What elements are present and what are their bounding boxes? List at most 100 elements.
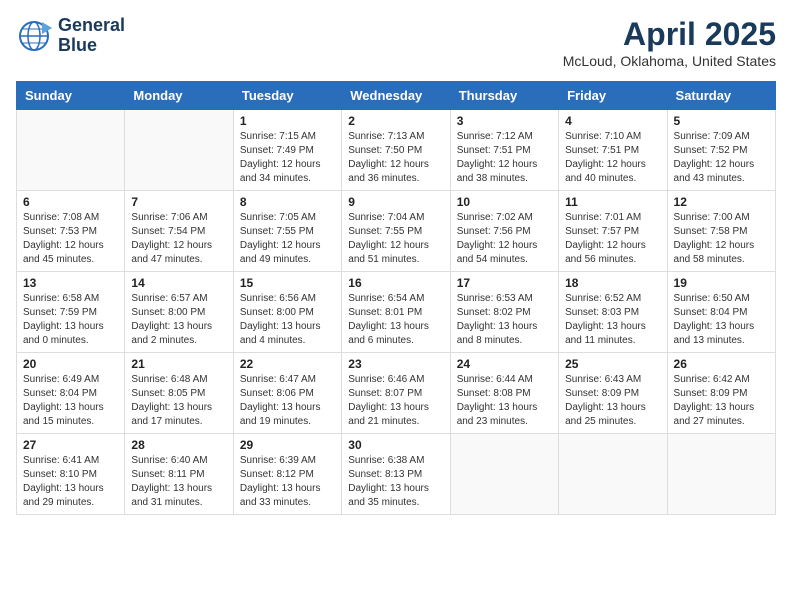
day-number: 22 xyxy=(240,357,335,371)
day-info: Sunrise: 6:38 AMSunset: 8:13 PMDaylight:… xyxy=(348,454,443,510)
day-number: 23 xyxy=(348,357,443,371)
day-number: 18 xyxy=(565,276,660,290)
day-number: 11 xyxy=(565,195,660,209)
day-number: 19 xyxy=(674,276,769,290)
table-row: 28 Sunrise: 6:40 AMSunset: 8:11 PMDayligh… xyxy=(125,434,233,515)
table-row: 20Sunrise: 6:49 AMSunset: 8:04 PMDayligh… xyxy=(17,353,125,434)
day-info: Sunrise: 6:57 AMSunset: 8:00 PMDaylight:… xyxy=(131,292,226,348)
weekday-header-wednesday: Wednesday xyxy=(342,82,450,110)
table-row: 18 Sunrise: 6:52 AMSunset: 8:03 PMDayligh… xyxy=(559,272,667,353)
day-info: Sunrise: 6:46 AMSunset: 8:07 PMDaylight:… xyxy=(348,373,443,429)
day-number: 16 xyxy=(348,276,443,290)
title-area: April 2025 McLoud, Oklahoma, United Stat… xyxy=(563,16,776,69)
day-number: 30 xyxy=(348,438,443,452)
day-number: 15 xyxy=(240,276,335,290)
day-info: Sunrise: 7:10 AMSunset: 7:51 PMDaylight:… xyxy=(565,130,660,186)
table-row: 22Sunrise: 6:47 AMSunset: 8:06 PMDayligh… xyxy=(233,353,341,434)
table-row: 11 Sunrise: 7:01 AMSunset: 7:57 PMDayligh… xyxy=(559,191,667,272)
calendar-week-row: 1Sunrise: 7:15 AMSunset: 7:49 PMDaylight… xyxy=(17,110,776,191)
day-info: Sunrise: 7:04 AMSunset: 7:55 PMDaylight:… xyxy=(348,211,443,267)
weekday-header-sunday: Sunday xyxy=(17,82,125,110)
calendar-week-row: 27Sunrise: 6:41 AMSunset: 8:10 PMDayligh… xyxy=(17,434,776,515)
day-info: Sunrise: 7:00 AMSunset: 7:58 PMDaylight:… xyxy=(674,211,769,267)
calendar-week-row: 6 Sunrise: 7:08 AMSunset: 7:53 PMDaylight… xyxy=(17,191,776,272)
day-info: Sunrise: 6:53 AMSunset: 8:02 PMDaylight:… xyxy=(457,292,552,348)
day-number: 10 xyxy=(457,195,552,209)
day-info: Sunrise: 6:56 AMSunset: 8:00 PMDaylight:… xyxy=(240,292,335,348)
day-number: 21 xyxy=(131,357,226,371)
day-info: Sunrise: 6:49 AMSunset: 8:04 PMDaylight:… xyxy=(23,373,118,429)
table-row: 17 Sunrise: 6:53 AMSunset: 8:02 PMDayligh… xyxy=(450,272,558,353)
logo-text: General Blue xyxy=(58,16,125,56)
day-number: 7 xyxy=(131,195,226,209)
day-number: 12 xyxy=(674,195,769,209)
weekday-header-saturday: Saturday xyxy=(667,82,775,110)
table-row: 27Sunrise: 6:41 AMSunset: 8:10 PMDayligh… xyxy=(17,434,125,515)
day-info: Sunrise: 7:05 AMSunset: 7:55 PMDaylight:… xyxy=(240,211,335,267)
day-info: Sunrise: 6:52 AMSunset: 8:03 PMDaylight:… xyxy=(565,292,660,348)
day-info: Sunrise: 7:02 AMSunset: 7:56 PMDaylight:… xyxy=(457,211,552,267)
day-info: Sunrise: 7:09 AMSunset: 7:52 PMDaylight:… xyxy=(674,130,769,186)
table-row: 13 Sunrise: 6:58 AMSunset: 7:59 PMDayligh… xyxy=(17,272,125,353)
day-number: 4 xyxy=(565,114,660,128)
weekday-header-monday: Monday xyxy=(125,82,233,110)
day-number: 24 xyxy=(457,357,552,371)
day-number: 5 xyxy=(674,114,769,128)
table-row xyxy=(125,110,233,191)
table-row: 15 Sunrise: 6:56 AMSunset: 8:00 PMDayligh… xyxy=(233,272,341,353)
table-row xyxy=(559,434,667,515)
day-info: Sunrise: 7:12 AMSunset: 7:51 PMDaylight:… xyxy=(457,130,552,186)
day-info: Sunrise: 7:06 AMSunset: 7:54 PMDaylight:… xyxy=(131,211,226,267)
table-row: 2 Sunrise: 7:13 AMSunset: 7:50 PMDaylight… xyxy=(342,110,450,191)
table-row: 29 Sunrise: 6:39 AMSunset: 8:12 PMDayligh… xyxy=(233,434,341,515)
table-row: 25Sunrise: 6:43 AMSunset: 8:09 PMDayligh… xyxy=(559,353,667,434)
day-info: Sunrise: 7:08 AMSunset: 7:53 PMDaylight:… xyxy=(23,211,118,267)
table-row: 21Sunrise: 6:48 AMSunset: 8:05 PMDayligh… xyxy=(125,353,233,434)
day-info: Sunrise: 6:50 AMSunset: 8:04 PMDaylight:… xyxy=(674,292,769,348)
table-row: 19 Sunrise: 6:50 AMSunset: 8:04 PMDayligh… xyxy=(667,272,775,353)
day-number: 13 xyxy=(23,276,118,290)
calendar: SundayMondayTuesdayWednesdayThursdayFrid… xyxy=(16,81,776,515)
day-number: 1 xyxy=(240,114,335,128)
day-number: 17 xyxy=(457,276,552,290)
table-row: 5 Sunrise: 7:09 AMSunset: 7:52 PMDaylight… xyxy=(667,110,775,191)
day-number: 25 xyxy=(565,357,660,371)
month-title: April 2025 xyxy=(563,16,776,53)
logo-icon xyxy=(16,18,52,54)
logo-line1: General xyxy=(58,16,125,36)
table-row: 3 Sunrise: 7:12 AMSunset: 7:51 PMDaylight… xyxy=(450,110,558,191)
table-row: 4 Sunrise: 7:10 AMSunset: 7:51 PMDaylight… xyxy=(559,110,667,191)
table-row: 7 Sunrise: 7:06 AMSunset: 7:54 PMDaylight… xyxy=(125,191,233,272)
table-row: 1Sunrise: 7:15 AMSunset: 7:49 PMDaylight… xyxy=(233,110,341,191)
day-number: 29 xyxy=(240,438,335,452)
day-info: Sunrise: 6:41 AMSunset: 8:10 PMDaylight:… xyxy=(23,454,118,510)
table-row: 14 Sunrise: 6:57 AMSunset: 8:00 PMDayligh… xyxy=(125,272,233,353)
table-row xyxy=(17,110,125,191)
day-info: Sunrise: 6:40 AMSunset: 8:11 PMDaylight:… xyxy=(131,454,226,510)
day-number: 14 xyxy=(131,276,226,290)
day-number: 28 xyxy=(131,438,226,452)
table-row: 30 Sunrise: 6:38 AMSunset: 8:13 PMDayligh… xyxy=(342,434,450,515)
day-number: 2 xyxy=(348,114,443,128)
day-info: Sunrise: 6:39 AMSunset: 8:12 PMDaylight:… xyxy=(240,454,335,510)
logo: General Blue xyxy=(16,16,125,56)
day-number: 9 xyxy=(348,195,443,209)
header: General Blue April 2025 McLoud, Oklahoma… xyxy=(16,16,776,69)
table-row: 8Sunrise: 7:05 AMSunset: 7:55 PMDaylight… xyxy=(233,191,341,272)
logo-line2: Blue xyxy=(58,36,125,56)
day-info: Sunrise: 7:13 AMSunset: 7:50 PMDaylight:… xyxy=(348,130,443,186)
weekday-header-thursday: Thursday xyxy=(450,82,558,110)
table-row: 9 Sunrise: 7:04 AMSunset: 7:55 PMDaylight… xyxy=(342,191,450,272)
day-number: 3 xyxy=(457,114,552,128)
day-number: 6 xyxy=(23,195,118,209)
day-info: Sunrise: 6:58 AMSunset: 7:59 PMDaylight:… xyxy=(23,292,118,348)
table-row xyxy=(450,434,558,515)
day-number: 26 xyxy=(674,357,769,371)
calendar-week-row: 13 Sunrise: 6:58 AMSunset: 7:59 PMDayligh… xyxy=(17,272,776,353)
table-row: 24Sunrise: 6:44 AMSunset: 8:08 PMDayligh… xyxy=(450,353,558,434)
table-row: 26Sunrise: 6:42 AMSunset: 8:09 PMDayligh… xyxy=(667,353,775,434)
table-row xyxy=(667,434,775,515)
table-row: 10 Sunrise: 7:02 AMSunset: 7:56 PMDayligh… xyxy=(450,191,558,272)
table-row: 6 Sunrise: 7:08 AMSunset: 7:53 PMDaylight… xyxy=(17,191,125,272)
day-info: Sunrise: 7:01 AMSunset: 7:57 PMDaylight:… xyxy=(565,211,660,267)
